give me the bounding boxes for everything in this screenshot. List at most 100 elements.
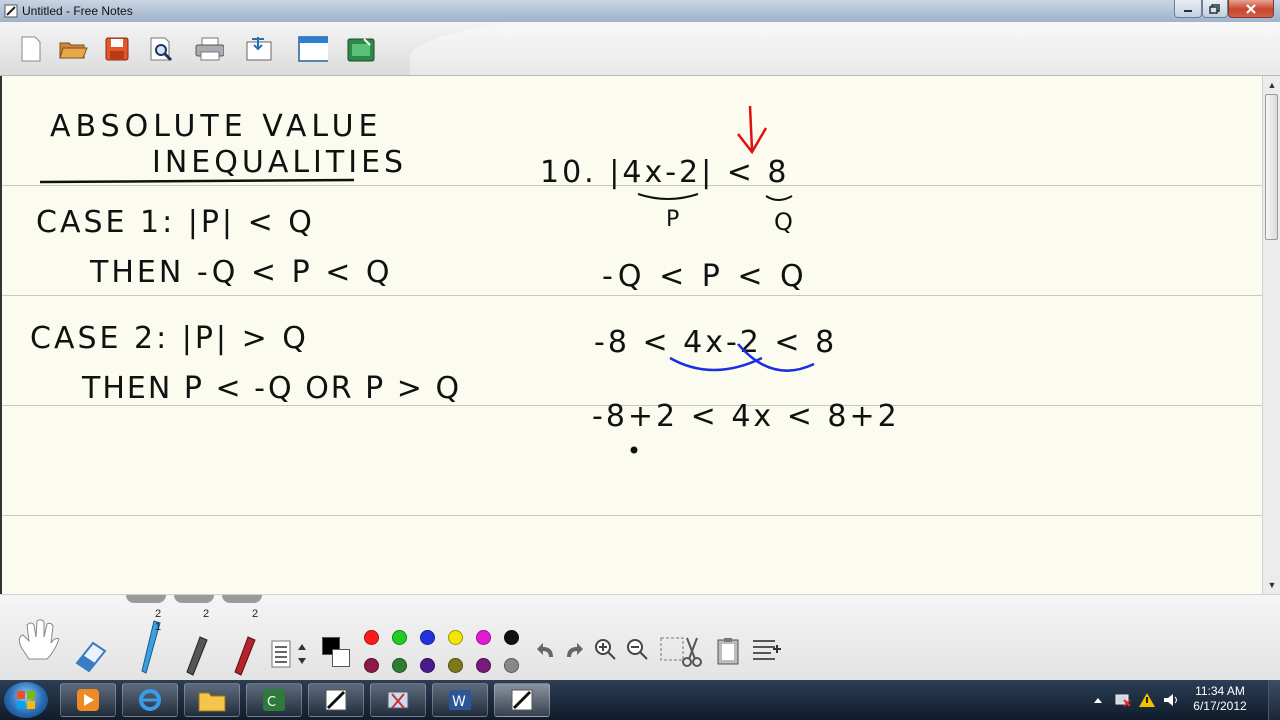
import-icon (246, 37, 272, 61)
zoom-in-button[interactable] (592, 635, 618, 663)
line-width-icon (271, 640, 291, 668)
scroll-thumb[interactable] (1265, 94, 1278, 240)
note-line-step1: -Q < P < Q (602, 259, 808, 294)
select-cut-button[interactable] (658, 633, 704, 669)
app-icon (4, 4, 18, 18)
taskbar-word[interactable]: W (432, 683, 488, 717)
print-button[interactable] (194, 34, 224, 64)
tray-action-center[interactable] (1136, 680, 1158, 720)
handwriting-layer: ABSOLUTE VALUE INEQUALITIES CASE 1: |P| … (30, 105, 897, 454)
free-notes-icon (325, 689, 347, 711)
hand-icon (18, 619, 60, 660)
new-button[interactable] (16, 34, 46, 64)
title-bar: Untitled - Free Notes (0, 0, 1280, 22)
free-notes-icon (511, 689, 533, 711)
note-label-q: Q (774, 208, 793, 236)
scissors-icon (660, 637, 702, 667)
tray-network[interactable] (1112, 680, 1134, 720)
window-button[interactable] (298, 34, 328, 64)
toolbar-decoration (410, 22, 1280, 75)
export-button[interactable] (346, 34, 376, 64)
pen-tab[interactable] (126, 595, 166, 603)
import-button[interactable] (244, 34, 274, 64)
color-olive[interactable] (448, 658, 463, 673)
note-line-step2: -8 < 4x-2 < 8 (594, 325, 837, 360)
internet-explorer-icon (139, 689, 161, 711)
system-clock[interactable]: 11:34 AM 6/17/2012 (1180, 684, 1260, 714)
print-preview-icon (150, 37, 173, 62)
hand-tool[interactable] (10, 615, 62, 665)
color-green[interactable] (392, 630, 407, 645)
undo-button[interactable] (534, 639, 558, 663)
brace-q (765, 195, 793, 201)
title-underline (39, 178, 355, 184)
note-line-case2-then: THEN P < -Q OR P > Q (81, 371, 461, 406)
preview-button[interactable] (146, 34, 176, 64)
taskbar-free-notes-active[interactable] (494, 683, 550, 717)
tray-expand-button[interactable] (1090, 680, 1106, 720)
paste-button[interactable] (714, 635, 742, 667)
color-black[interactable] (504, 630, 519, 645)
minimize-button[interactable] (1174, 0, 1202, 18)
taskbar-snipping-tool[interactable] (370, 683, 426, 717)
color-gray[interactable] (504, 658, 519, 673)
color-dark-green[interactable] (392, 658, 407, 673)
tools-panel: 2 2 2 1 (0, 594, 1280, 680)
save-button[interactable] (102, 34, 132, 64)
taskbar-explorer[interactable] (184, 683, 240, 717)
note-line-case1: CASE 1: |P| < Q (36, 205, 315, 240)
line-width-tool[interactable] (270, 639, 292, 669)
scroll-down-icon[interactable]: ▼ (1267, 580, 1277, 590)
new-page-icon (21, 36, 41, 62)
word-icon: W (449, 690, 471, 710)
open-button[interactable] (58, 34, 88, 64)
start-button[interactable] (4, 682, 48, 718)
vertical-scrollbar[interactable]: ▲ ▼ (1262, 76, 1280, 594)
tray-volume[interactable] (1160, 680, 1182, 720)
windows-logo-icon (17, 691, 35, 709)
gray-pen-tool[interactable] (182, 635, 210, 677)
taskbar-media-player[interactable] (60, 683, 116, 717)
color-magenta[interactable] (476, 630, 491, 645)
maximize-button[interactable] (1202, 0, 1228, 18)
pen-tab[interactable] (222, 595, 262, 603)
taskbar: C W 11:34 AM 6/17/2012 (0, 680, 1280, 720)
pen-dot (630, 446, 638, 454)
redo-button[interactable] (562, 639, 586, 663)
chevron-up-icon (1094, 698, 1102, 703)
pen-size-label: 2 (252, 608, 259, 620)
insert-space-button[interactable] (750, 635, 782, 667)
note-canvas[interactable]: ABSOLUTE VALUE INEQUALITIES CASE 1: |P| … (0, 76, 1264, 594)
eraser-tool[interactable] (72, 637, 108, 675)
taskbar-free-notes[interactable] (308, 683, 364, 717)
zoom-in-icon (595, 639, 616, 660)
window-icon (298, 36, 328, 62)
note-line-subtitle: INEQUALITIES (152, 145, 407, 180)
scroll-up-icon[interactable]: ▲ (1267, 80, 1277, 90)
width-stepper[interactable] (296, 639, 308, 669)
color-dark-red[interactable] (364, 658, 379, 673)
free-notes-window: Untitled - Free Notes ABSOLUTE VALUE INE… (0, 0, 1280, 720)
clipboard-icon (717, 638, 739, 665)
volume-icon (1164, 694, 1177, 706)
taskbar-calculator[interactable]: C (246, 683, 302, 717)
window-title: Untitled - Free Notes (22, 4, 133, 18)
zoom-out-icon (627, 639, 648, 660)
color-yellow[interactable] (448, 630, 463, 645)
show-desktop-button[interactable] (1268, 680, 1280, 720)
highlighter-icon (234, 636, 256, 676)
undo-icon (537, 643, 553, 657)
color-blue[interactable] (420, 630, 435, 645)
close-button[interactable] (1228, 0, 1274, 18)
red-pen-tool[interactable] (230, 635, 258, 677)
note-line-case2: CASE 2: |P| > Q (30, 321, 309, 356)
pen-tab[interactable] (174, 595, 214, 603)
color-red[interactable] (364, 630, 379, 645)
restore-icon (1209, 3, 1220, 14)
color-dark-blue[interactable] (420, 658, 435, 673)
color-purple[interactable] (476, 658, 491, 673)
background-color[interactable] (332, 649, 350, 667)
note-line-title: ABSOLUTE VALUE (50, 109, 383, 144)
zoom-out-button[interactable] (624, 635, 650, 663)
taskbar-internet-explorer[interactable] (122, 683, 178, 717)
